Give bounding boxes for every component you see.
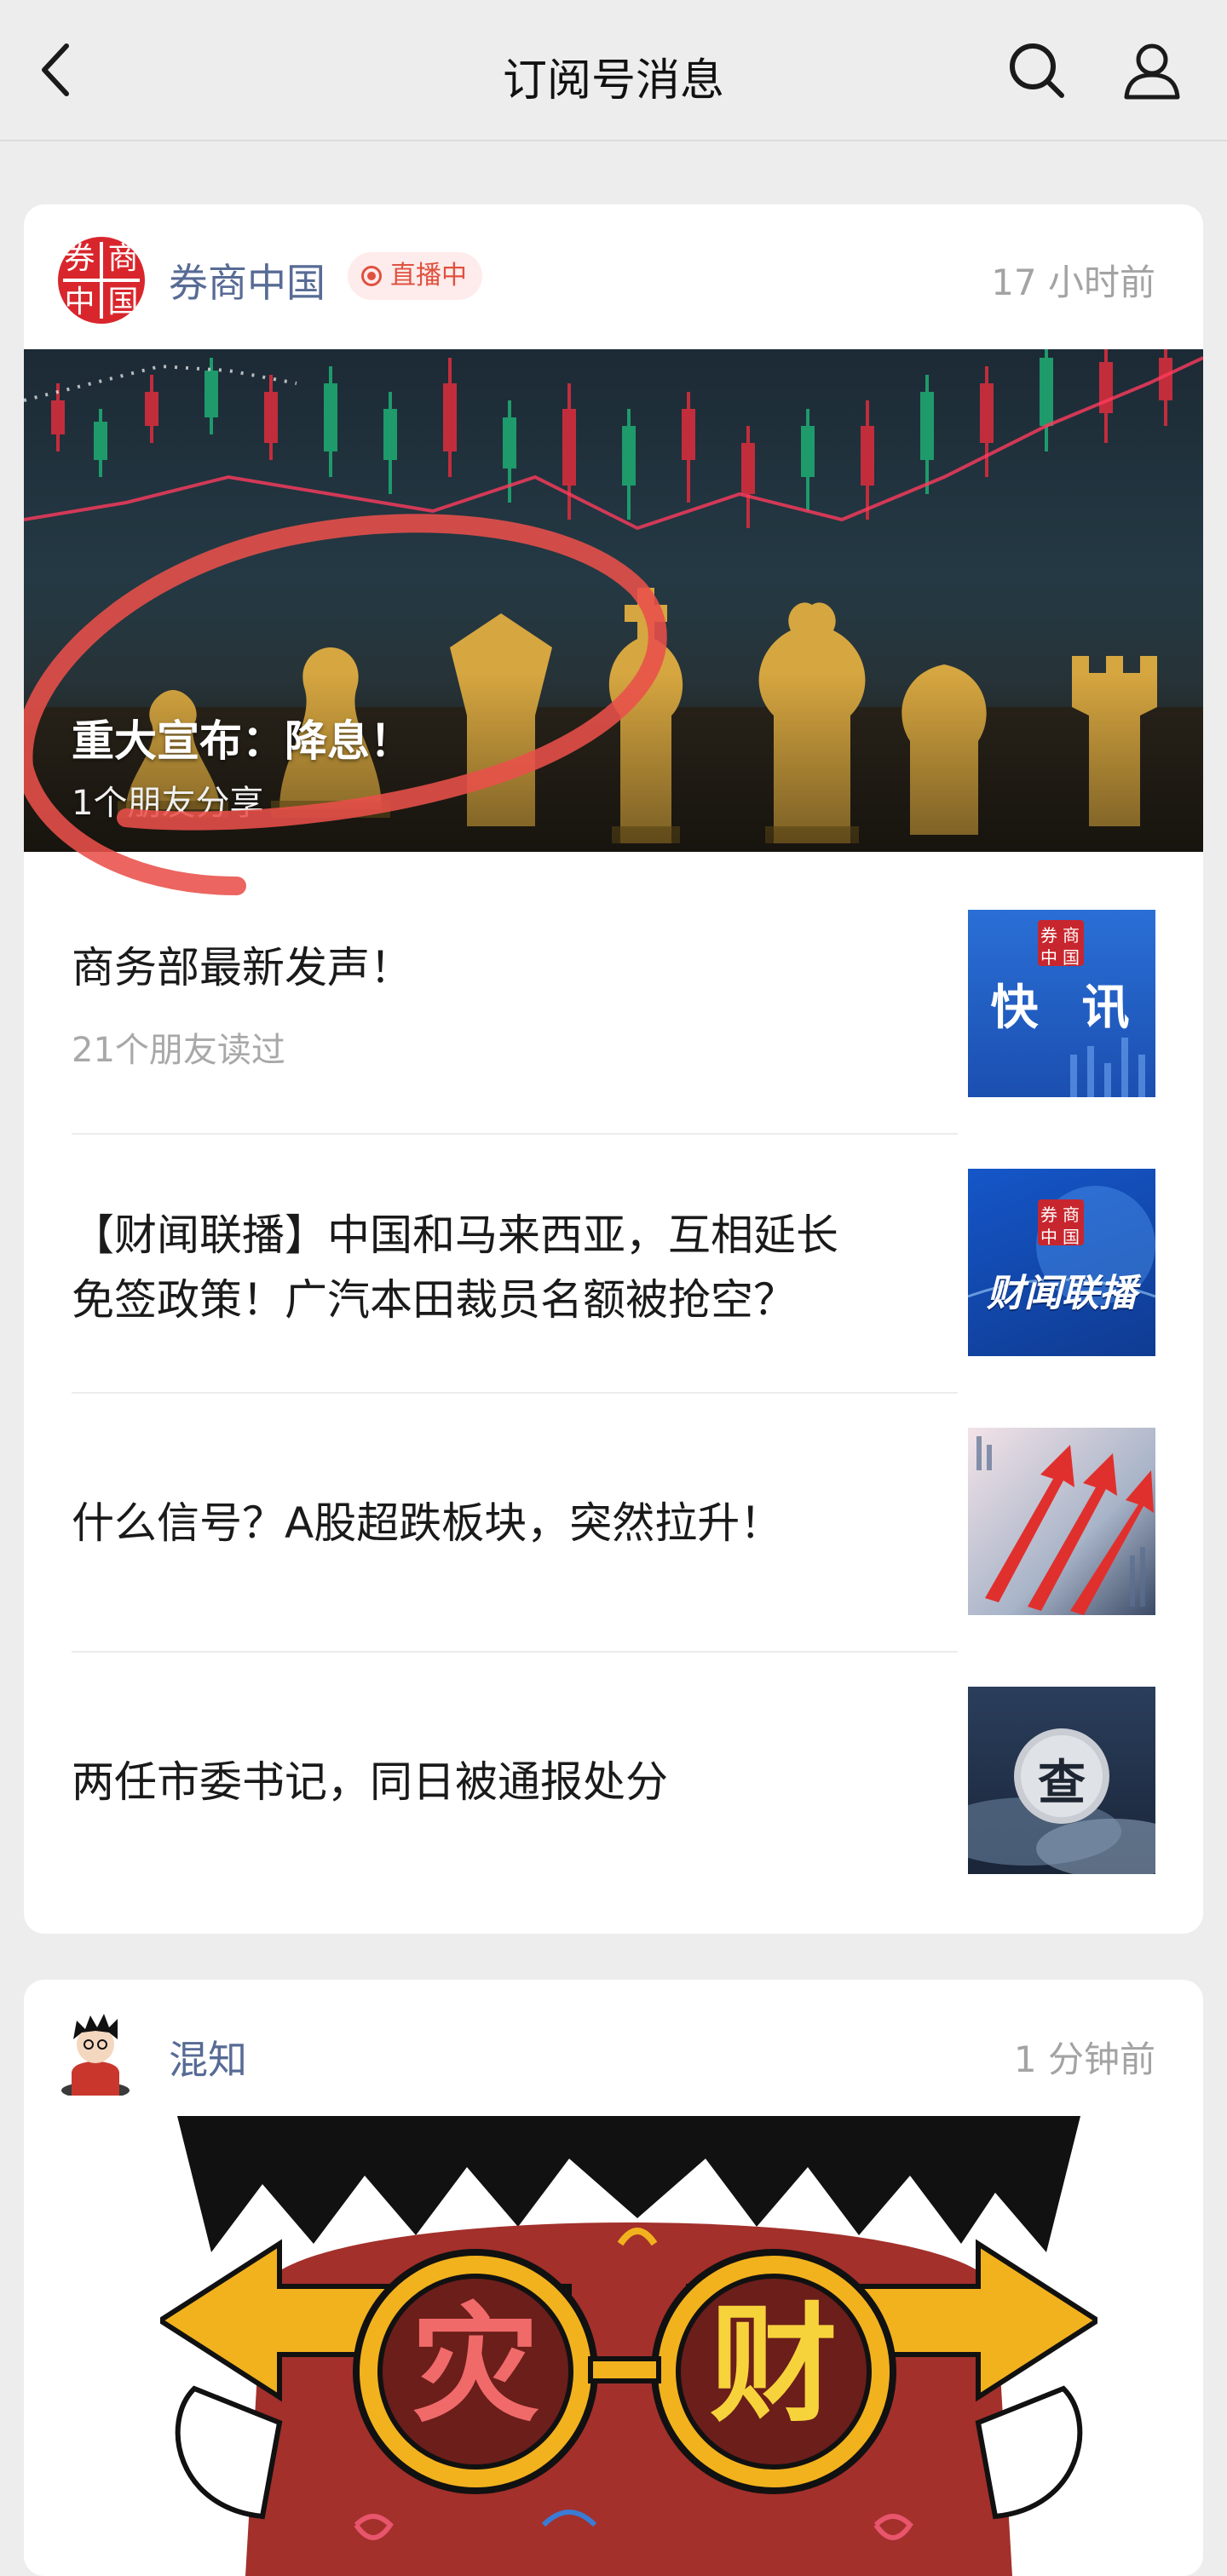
thumb-text: 财闻联播 <box>987 1272 1137 1315</box>
logo-char: 券 <box>1040 925 1057 946</box>
thumb-logo: 券 商 中 国 <box>1038 920 1084 968</box>
user-profile-icon[interactable] <box>1121 39 1183 101</box>
thumb-logo: 券 商 中 国 <box>1038 1199 1084 1247</box>
article-title: 什么信号？A股超跌板块，突然拉升！ <box>72 1498 783 1548</box>
logo-char: 国 <box>1063 1227 1080 1247</box>
post-time: 17 小时前 <box>991 262 1155 303</box>
list-item[interactable]: 商务部最新发声！ 21个朋友读过 券 商 中 国 快 讯 <box>72 852 1155 1111</box>
hero-title: 重大宣布：降息！ <box>72 716 412 766</box>
search-icon[interactable] <box>1005 39 1067 101</box>
logo-divider <box>63 279 140 282</box>
article-thumbnail: 券 商 中 国 财闻联播 <box>968 1169 1155 1356</box>
account-avatar-logo[interactable]: 券 商 中 国 <box>58 237 145 324</box>
article-thumbnail: 券 商 中 国 快 讯 <box>968 910 1155 1097</box>
logo-char: 券 <box>1040 1205 1057 1225</box>
live-dot-icon <box>361 266 382 286</box>
cartoon-face-drawing <box>160 2116 1097 2576</box>
account-header[interactable]: 券 商 中 国 券商中国 直播中 17 小时前 <box>24 204 1203 349</box>
hero-article[interactable]: 重大宣布：降息！ 1个朋友分享 <box>24 349 1203 852</box>
cartoon-char-right: 财 <box>709 2290 838 2440</box>
hero-share-count: 1个朋友分享 <box>72 784 264 823</box>
article-thumbnail: 查 <box>968 1687 1155 1874</box>
list-item[interactable]: 【财闻联播】中国和马来西亚，互相延长 免签政策！广汽本田裁员名额被抢空？ 券 商… <box>72 1111 1155 1370</box>
list-item[interactable]: 两任市委书记，同日被通报处分 查 <box>72 1629 1155 1888</box>
subscription-card-hunzhi: 混知 1 分钟前 灾 财 <box>24 1980 1203 2576</box>
live-badge-label: 直播中 <box>390 261 467 290</box>
thumb-rising-arrows-decor <box>976 1436 1154 1615</box>
account-avatar-cartoon[interactable] <box>60 2014 131 2096</box>
logo-char: 券 <box>64 241 95 276</box>
logo-char: 国 <box>107 285 139 319</box>
list-item[interactable]: 什么信号？A股超跌板块，突然拉升！ <box>72 1370 1155 1629</box>
cartoon-char-left: 灾 <box>411 2290 539 2440</box>
thumb-chart-decor <box>1070 1038 1145 1097</box>
cover-image-cartoon[interactable]: 灾 财 <box>160 2116 1097 2576</box>
logo-char: 商 <box>107 241 139 276</box>
account-name[interactable]: 混知 <box>169 2029 247 2085</box>
article-thumbnail <box>968 1428 1155 1615</box>
logo-char: 中 <box>1040 947 1057 968</box>
article-title-line: 【财闻联播】中国和马来西亚，互相延长 <box>72 1210 838 1260</box>
logo-char: 商 <box>1063 925 1080 946</box>
live-badge[interactable]: 直播中 <box>348 252 482 300</box>
article-title: 两任市委书记，同日被通报处分 <box>72 1757 668 1807</box>
logo-char: 中 <box>1040 1227 1057 1247</box>
thumb-text: 快 讯 <box>990 980 1133 1036</box>
article-title: 商务部最新发声！ <box>72 943 412 992</box>
logo-char: 国 <box>1063 947 1080 968</box>
article-title-line: 免签政策！广汽本田裁员名额被抢空？ <box>72 1275 796 1325</box>
logo-char: 商 <box>1063 1205 1080 1225</box>
top-bar: 订阅号消息 <box>0 0 1227 141</box>
account-name[interactable]: 券商中国 <box>169 252 325 308</box>
post-time: 1 分钟前 <box>1013 2038 1155 2080</box>
read-count: 21个朋友读过 <box>72 1031 285 1070</box>
thumb-text: 查 <box>1038 1756 1086 1811</box>
logo-char: 中 <box>64 285 95 319</box>
subscription-card-quanshang: 券 商 中 国 券商中国 直播中 17 小时前 重大宣布：降息！ 1个朋友分享 … <box>24 204 1203 1934</box>
